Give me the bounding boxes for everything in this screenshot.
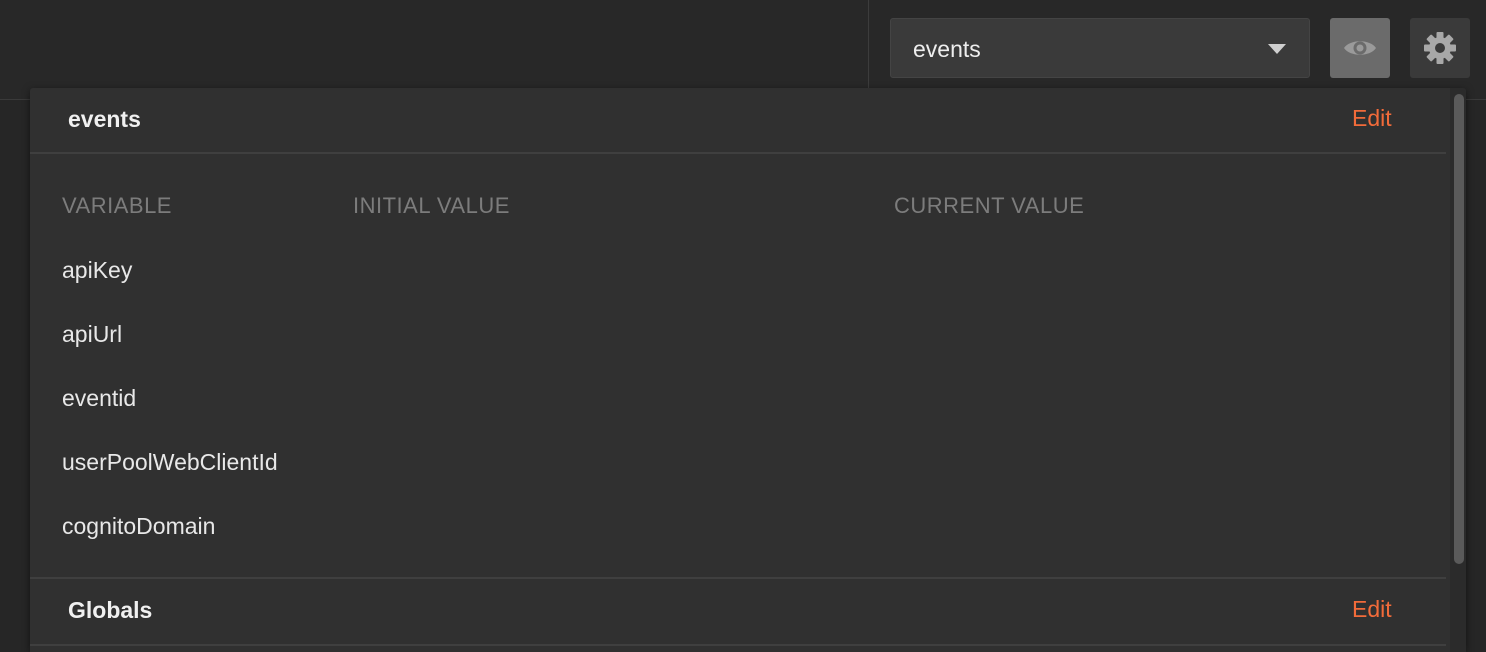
globals-section-header: Globals Edit bbox=[30, 579, 1446, 643]
eye-icon bbox=[1344, 41, 1376, 55]
topbar-divider bbox=[868, 0, 869, 88]
column-header-variable: VARIABLE bbox=[62, 193, 172, 218]
divider bbox=[30, 644, 1446, 646]
environment-select[interactable]: events bbox=[890, 18, 1310, 78]
variable-name: userPoolWebClientId bbox=[62, 449, 278, 475]
quick-look-button[interactable] bbox=[1330, 18, 1390, 78]
column-header-current-value: CURRENT VALUE bbox=[894, 193, 1085, 218]
variable-name: apiKey bbox=[62, 257, 133, 283]
variable-name: apiUrl bbox=[62, 321, 123, 347]
environment-edit-link[interactable]: Edit bbox=[1352, 105, 1392, 132]
settings-button[interactable] bbox=[1410, 18, 1470, 78]
divider bbox=[30, 152, 1446, 154]
chevron-down-icon bbox=[1268, 44, 1286, 54]
globals-edit-link[interactable]: Edit bbox=[1352, 596, 1392, 623]
environment-title: events bbox=[68, 106, 141, 132]
variable-name: cognitoDomain bbox=[62, 513, 216, 539]
environment-quick-look-panel: events Edit VARIABLE INITIAL VALUE CURRE… bbox=[30, 88, 1466, 652]
environment-select-value: events bbox=[913, 36, 981, 62]
gear-icon bbox=[1424, 32, 1456, 64]
scrollbar-thumb[interactable] bbox=[1454, 94, 1464, 564]
variable-name: eventid bbox=[62, 385, 137, 411]
scrollbar-track[interactable] bbox=[1450, 88, 1466, 652]
globals-title: Globals bbox=[68, 597, 153, 623]
top-bar: events bbox=[0, 0, 1486, 100]
column-header-initial-value: INITIAL VALUE bbox=[353, 193, 510, 218]
environment-section-header: events Edit bbox=[30, 88, 1446, 152]
